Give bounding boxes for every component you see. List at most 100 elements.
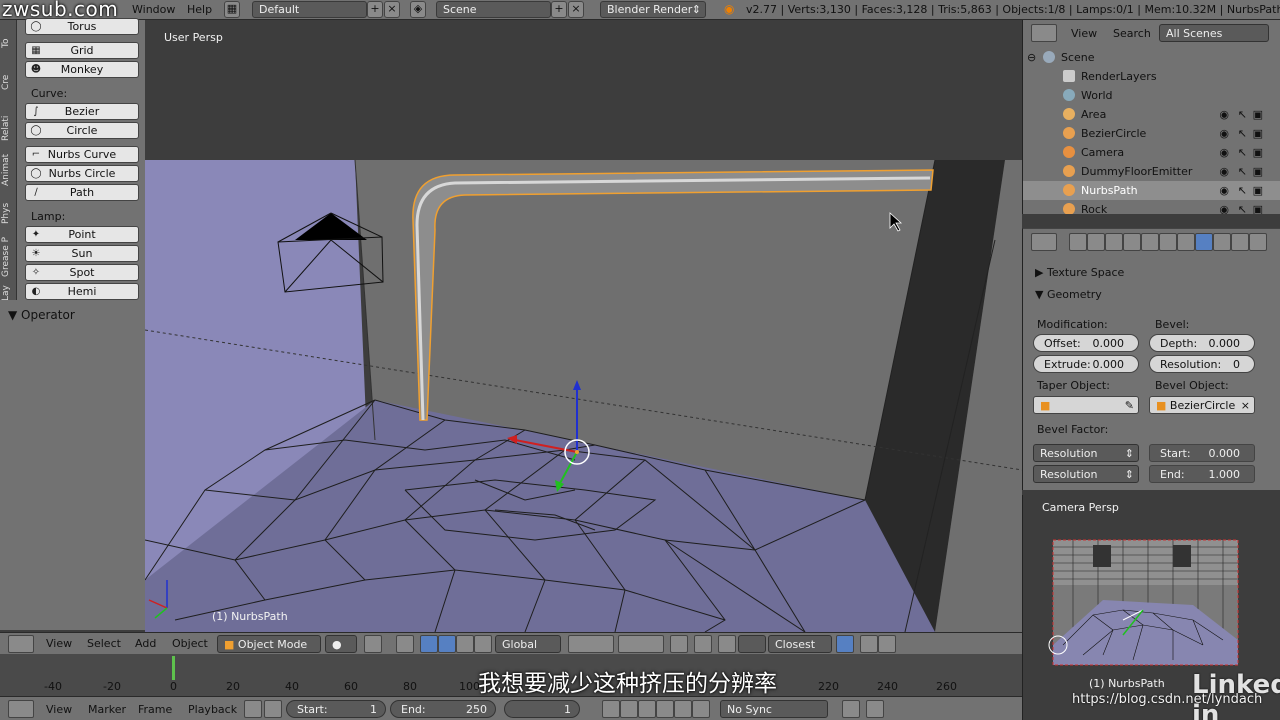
- depth-field[interactable]: Depth: 0.000: [1149, 334, 1255, 352]
- visibility-eye-icon[interactable]: ◉: [1219, 127, 1229, 140]
- render-camera-icon[interactable]: [860, 635, 878, 653]
- scale-manipulator-icon-2[interactable]: [474, 635, 492, 653]
- layout-dropdown[interactable]: Default: [252, 1, 367, 18]
- visibility-eye-icon[interactable]: ◉: [1219, 165, 1229, 178]
- prev-keyframe-icon[interactable]: [620, 700, 638, 718]
- add-circle-button[interactable]: ◯ Circle: [25, 122, 139, 139]
- operator-header[interactable]: ▼ Operator: [8, 308, 75, 322]
- visibility-eye-icon[interactable]: ◉: [1219, 108, 1229, 121]
- texture-tab-icon[interactable]: [1231, 233, 1249, 251]
- bevel-resolution-field[interactable]: Resolution: 0: [1149, 355, 1255, 373]
- tab-animation[interactable]: Animat: [1, 148, 16, 192]
- layers-grid-1[interactable]: [568, 635, 614, 653]
- render-layers-tab-icon[interactable]: [1087, 233, 1105, 251]
- add-nurbs-circle-button[interactable]: ◯ Nurbs Circle: [25, 165, 139, 182]
- snap-align-icon[interactable]: [836, 635, 854, 653]
- outliner-item-rock[interactable]: Rock ◉ ↖ ▣: [1023, 200, 1280, 214]
- render-camera-icon[interactable]: ▣: [1253, 165, 1263, 178]
- offset-field[interactable]: Offset: 0.000: [1033, 334, 1139, 352]
- outliner-item-scene[interactable]: ⊖ Scene: [1023, 48, 1280, 67]
- select-cursor-icon[interactable]: ↖: [1238, 165, 1247, 178]
- orientation-dropdown[interactable]: Global: [495, 635, 561, 653]
- keying-set-icon[interactable]: [866, 700, 884, 718]
- menu-view[interactable]: View: [1071, 27, 1097, 40]
- eyedropper-icon[interactable]: ✎: [1125, 399, 1134, 412]
- record-icon[interactable]: [842, 700, 860, 718]
- jump-start-icon[interactable]: [602, 700, 620, 718]
- add-path-button[interactable]: ∕ Path: [25, 184, 139, 201]
- physics-tab-icon[interactable]: [1249, 233, 1267, 251]
- visibility-eye-icon[interactable]: ◉: [1219, 146, 1229, 159]
- scene-remove-button[interactable]: ×: [568, 1, 584, 18]
- current-frame-marker[interactable]: [172, 656, 175, 680]
- select-cursor-icon[interactable]: ↖: [1238, 203, 1247, 214]
- translate-manipulator-icon[interactable]: [420, 635, 438, 653]
- modifiers-tab-icon[interactable]: [1177, 233, 1195, 251]
- rotate-manipulator-icon[interactable]: [438, 635, 456, 653]
- render-camera-icon[interactable]: ▣: [1253, 203, 1263, 214]
- add-bezier-button[interactable]: ∫ Bezier: [25, 103, 139, 120]
- snap-toggle-icon[interactable]: [718, 635, 736, 653]
- add-hemi-lamp-button[interactable]: ◐ Hemi: [25, 283, 139, 300]
- manipulator-toggle[interactable]: [396, 635, 414, 653]
- menu-playback[interactable]: Playback: [188, 703, 237, 716]
- visibility-eye-icon[interactable]: ◉: [1219, 184, 1229, 197]
- bevel-start-field[interactable]: Start: 0.000: [1149, 444, 1255, 462]
- material-tab-icon[interactable]: [1213, 233, 1231, 251]
- add-point-lamp-button[interactable]: ✦ Point: [25, 226, 139, 243]
- outliner-item-camera[interactable]: Camera ◉ ↖ ▣: [1023, 143, 1280, 162]
- layers-grid-2[interactable]: [618, 635, 664, 653]
- render-layer-icon[interactable]: [670, 635, 688, 653]
- render-camera-icon[interactable]: ▣: [1253, 127, 1263, 140]
- outliner-editor-type-icon[interactable]: [1031, 24, 1057, 42]
- bevel-end-field[interactable]: End: 1.000: [1149, 465, 1255, 483]
- scene-add-button[interactable]: +: [551, 1, 567, 18]
- next-keyframe-icon[interactable]: [674, 700, 692, 718]
- menu-marker[interactable]: Marker: [88, 703, 126, 716]
- menu-window[interactable]: Window: [132, 3, 175, 16]
- sync-dropdown[interactable]: No Sync: [720, 700, 828, 718]
- texture-space-panel[interactable]: ▶ Texture Space: [1035, 266, 1124, 279]
- add-grid-button[interactable]: ▦ Grid: [25, 42, 139, 59]
- collapse-icon[interactable]: ⊖: [1027, 51, 1036, 64]
- mode-dropdown[interactable]: ■ Object Mode: [217, 635, 321, 653]
- world-tab-icon[interactable]: [1123, 233, 1141, 251]
- outliner-item-beziercircle[interactable]: BezierCircle ◉ ↖ ▣: [1023, 124, 1280, 143]
- render-camera-icon[interactable]: ▣: [1253, 184, 1263, 197]
- menu-view[interactable]: View: [46, 637, 72, 650]
- outliner-item-area[interactable]: Area ◉ ↖ ▣: [1023, 105, 1280, 124]
- end-frame-field[interactable]: End: 250: [390, 700, 496, 718]
- visibility-eye-icon[interactable]: ◉: [1219, 203, 1229, 214]
- menu-object[interactable]: Object: [172, 637, 208, 650]
- layout-add-button[interactable]: +: [367, 1, 383, 18]
- outliner-item-nurbspath[interactable]: NurbsPath ◉ ↖ ▣: [1023, 181, 1280, 200]
- menu-search[interactable]: Search: [1113, 27, 1151, 40]
- current-frame-field[interactable]: 1: [504, 700, 580, 718]
- bevel-factor-mapping-end[interactable]: Resolution ⇕: [1033, 465, 1139, 483]
- render-engine-dropdown[interactable]: Blender Render ⇕: [600, 1, 706, 18]
- select-cursor-icon[interactable]: ↖: [1238, 184, 1247, 197]
- add-torus-button[interactable]: ◯ Torus: [25, 18, 139, 35]
- menu-view[interactable]: View: [46, 703, 72, 716]
- clear-icon[interactable]: ×: [1241, 399, 1250, 412]
- select-cursor-icon[interactable]: ↖: [1238, 108, 1247, 121]
- add-sun-lamp-button[interactable]: ☀ Sun: [25, 245, 139, 262]
- curve-data-tab-icon[interactable]: [1195, 233, 1213, 251]
- select-cursor-icon[interactable]: ↖: [1238, 146, 1247, 159]
- render-camera-icon[interactable]: ▣: [1253, 108, 1263, 121]
- preview-range-icon[interactable]: [244, 700, 262, 718]
- object-tab-icon[interactable]: [1141, 233, 1159, 251]
- shading-dropdown[interactable]: ●: [325, 635, 357, 653]
- tab-create[interactable]: Cre: [1, 62, 16, 102]
- snap-target-dropdown[interactable]: Closest: [768, 635, 832, 653]
- outliner-item-renderlayers[interactable]: RenderLayers: [1023, 67, 1280, 86]
- pivot-icon[interactable]: [364, 635, 382, 653]
- tab-physics[interactable]: Phys: [1, 196, 16, 230]
- tab-relations[interactable]: Relati: [1, 108, 16, 148]
- layout-icon[interactable]: ▦: [224, 1, 240, 18]
- snap-element-dropdown[interactable]: [738, 635, 766, 653]
- lock-icon[interactable]: [264, 700, 282, 718]
- scene-dropdown[interactable]: Scene: [436, 1, 551, 18]
- menu-frame[interactable]: Frame: [138, 703, 172, 716]
- render-camera-icon[interactable]: ▣: [1253, 146, 1263, 159]
